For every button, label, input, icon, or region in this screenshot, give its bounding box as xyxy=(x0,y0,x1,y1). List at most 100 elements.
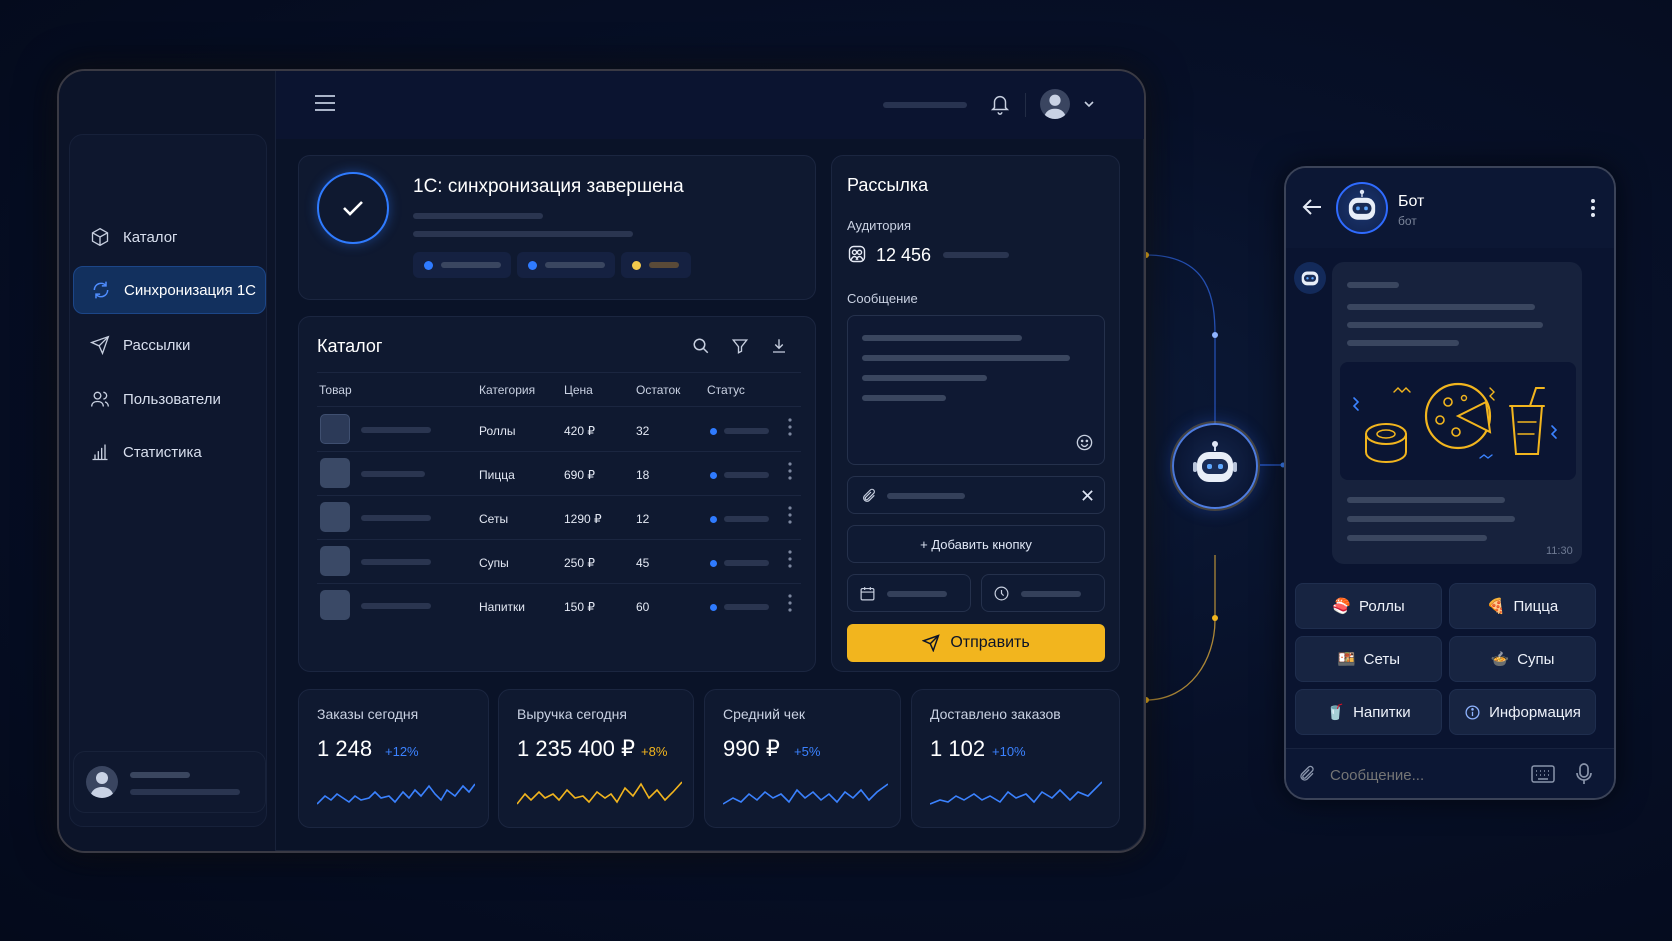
kebab-menu-icon[interactable] xyxy=(788,594,792,617)
add-button-label: + Добавить кнопку xyxy=(920,536,1032,552)
paperclip-icon[interactable] xyxy=(1298,764,1316,789)
sidebar-item-label: Каталог xyxy=(123,228,178,246)
audience-label: Аудитория xyxy=(847,218,912,233)
sparkline xyxy=(930,781,1102,805)
avatar xyxy=(86,766,118,798)
audience-count: 12 456 xyxy=(876,245,932,265)
profile-avatar[interactable] xyxy=(1040,89,1070,119)
sparkline xyxy=(317,783,475,805)
chat-message-input[interactable] xyxy=(1330,762,1510,788)
audience-icon xyxy=(847,244,867,269)
stat-card-delivered: Доставлено заказов 1 102 +10% xyxy=(911,689,1120,828)
audience-placeholder xyxy=(943,252,1009,258)
status-placeholder xyxy=(724,560,769,566)
download-icon[interactable] xyxy=(770,337,788,360)
product-thumbnail xyxy=(320,502,350,532)
time-picker[interactable] xyxy=(981,574,1105,612)
sidebar-item-stats[interactable]: Статистика xyxy=(73,428,266,476)
close-icon[interactable] xyxy=(1081,489,1094,507)
sushi-icon: 🍣 xyxy=(1332,598,1352,615)
catalog-card: Каталог Товар Категория Цена Остаток Ста… xyxy=(298,316,816,672)
more-vertical-icon[interactable] xyxy=(1591,199,1595,222)
add-button-button[interactable]: + Добавить кнопку xyxy=(847,525,1105,563)
status-dot xyxy=(710,516,717,523)
sync-tag xyxy=(517,252,615,278)
send-icon xyxy=(922,634,941,652)
users-icon xyxy=(89,388,111,410)
product-name-placeholder xyxy=(361,515,431,521)
col-header-category: Категория xyxy=(479,383,536,397)
quick-button-sets[interactable]: 🍱 Сеты xyxy=(1295,636,1442,682)
robot-icon xyxy=(1193,441,1237,482)
message-label: Сообщение xyxy=(847,291,918,306)
kebab-menu-icon[interactable] xyxy=(788,462,792,485)
info-icon xyxy=(1465,704,1480,720)
quick-button-drinks[interactable]: 🥤 Напитки xyxy=(1295,689,1442,735)
search-icon[interactable] xyxy=(692,337,710,360)
chat-header: Бот бот xyxy=(1286,168,1614,248)
cell-category: Напитки xyxy=(479,600,525,614)
bot-chat-window: Бот бот 11:30 🍣 Роллы 🍕 Пицца 🍱 Сеты 🍲 С… xyxy=(1284,166,1616,800)
user-role-placeholder xyxy=(130,789,240,795)
keyboard-icon[interactable] xyxy=(1531,765,1555,788)
sidebar-item-label: Статистика xyxy=(123,443,202,461)
quick-button-label: Сеты xyxy=(1363,650,1400,668)
send-button[interactable]: Отправить xyxy=(847,624,1105,662)
cell-stock: 60 xyxy=(636,600,650,614)
send-label: Отправить xyxy=(950,634,1030,651)
paperclip-icon xyxy=(861,487,877,510)
quick-button-rolls[interactable]: 🍣 Роллы xyxy=(1295,583,1442,629)
product-thumbnail xyxy=(320,590,350,620)
dashboard-window: Каталог Синхронизация 1С Рассылки Пользо… xyxy=(57,69,1146,853)
chevron-down-icon[interactable] xyxy=(1082,97,1096,116)
quick-button-soups[interactable]: 🍲 Супы xyxy=(1449,636,1596,682)
sidebar-item-mailings[interactable]: Рассылки xyxy=(73,321,266,369)
kebab-menu-icon[interactable] xyxy=(788,418,792,441)
sparkline xyxy=(723,783,888,805)
sidebar-user-card[interactable] xyxy=(73,751,266,813)
sidebar: Каталог Синхронизация 1С Рассылки Пользо… xyxy=(59,71,276,851)
robot-icon xyxy=(1301,271,1319,286)
food-illustration xyxy=(1340,362,1576,480)
cell-stock: 32 xyxy=(636,424,650,438)
kebab-menu-icon[interactable] xyxy=(788,506,792,529)
stat-delta: +12% xyxy=(385,744,419,759)
sidebar-item-sync[interactable]: Синхронизация 1С xyxy=(73,266,266,314)
sidebar-item-users[interactable]: Пользователи xyxy=(73,375,266,423)
sidebar-item-catalog[interactable]: Каталог xyxy=(73,213,266,261)
calendar-icon xyxy=(859,585,876,607)
status-dot xyxy=(710,428,717,435)
product-name-placeholder xyxy=(361,559,431,565)
status-dot xyxy=(710,472,717,479)
message-textarea[interactable] xyxy=(847,315,1105,465)
bot-avatar[interactable] xyxy=(1336,182,1388,234)
bot-node xyxy=(1172,423,1258,509)
quick-button-pizza[interactable]: 🍕 Пицца xyxy=(1449,583,1596,629)
emoji-icon[interactable] xyxy=(1075,433,1094,457)
product-name-placeholder xyxy=(361,603,431,609)
stat-delta: +10% xyxy=(992,744,1026,759)
quick-button-info[interactable]: Информация xyxy=(1449,689,1596,735)
stat-delta: +8% xyxy=(641,744,668,759)
attachment-field[interactable] xyxy=(847,476,1105,514)
message-time: 11:30 xyxy=(1546,545,1573,557)
bento-icon: 🍱 xyxy=(1336,651,1356,668)
status-placeholder xyxy=(724,604,769,610)
top-search-placeholder[interactable] xyxy=(883,102,967,108)
filter-icon[interactable] xyxy=(731,337,749,360)
col-header-price: Цена xyxy=(564,383,593,397)
cell-stock: 12 xyxy=(636,512,650,526)
date-picker[interactable] xyxy=(847,574,971,612)
microphone-icon[interactable] xyxy=(1576,763,1592,790)
stat-label: Заказы сегодня xyxy=(317,706,419,722)
back-arrow-icon[interactable] xyxy=(1302,198,1322,221)
stat-delta: +5% xyxy=(794,744,821,759)
product-name-placeholder xyxy=(361,471,425,477)
sidebar-item-label: Пользователи xyxy=(123,390,221,408)
send-icon xyxy=(89,334,111,356)
product-name-placeholder xyxy=(361,427,431,433)
kebab-menu-icon[interactable] xyxy=(788,550,792,573)
menu-icon[interactable] xyxy=(315,95,335,111)
stat-label: Выручка сегодня xyxy=(517,706,627,722)
bell-icon[interactable] xyxy=(989,92,1011,121)
